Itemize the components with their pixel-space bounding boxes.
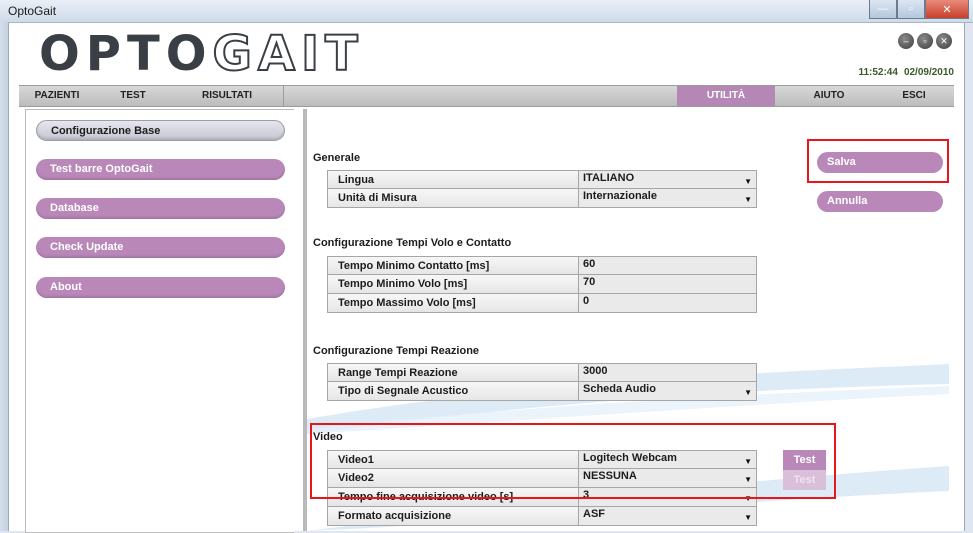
main-content: Configurazione Base Test barre OptoGait … [25,109,949,533]
min-contatto-input[interactable]: 60 [579,256,757,275]
segnale-select[interactable]: Scheda Audio ▼ [579,382,757,401]
sidebar-item-about[interactable]: About [36,277,285,298]
header-circle-buttons: – ▫ ✕ [898,33,952,49]
minimize-window-button[interactable]: — [869,0,897,19]
range-reazione-input[interactable]: 3000 [579,363,757,382]
row-segnale: Tipo di Segnale Acustico Scheda Audio ▼ [327,382,757,401]
minimize-circle-icon[interactable]: – [898,33,914,49]
maximize-window-button[interactable]: ▫ [897,0,925,19]
unita-value: Internazionale [583,190,657,202]
clock-date: 02/09/2010 [903,67,954,78]
row-min-volo: Tempo Minimo Volo [ms] 70 [327,275,757,294]
window-title: OptoGait [8,4,57,18]
settings-panel: Generale Lingua ITALIANO ▼ Unità di Misur… [307,109,949,531]
chevron-down-icon: ▼ [744,388,752,397]
lingua-value: ITALIANO [583,172,635,184]
row-lingua: Lingua ITALIANO ▼ [327,170,757,189]
row-unita: Unità di Misura Internazionale ▼ [327,189,757,208]
sidebar-item-configurazione-base[interactable]: Configurazione Base [36,120,285,141]
sidebar-item-test-barre[interactable]: Test barre OptoGait [36,159,285,180]
section-tempi-title: Configurazione Tempi Volo e Contatto [313,237,512,249]
video-highlight-box [310,423,836,499]
unita-select[interactable]: Internazionale ▼ [579,189,757,208]
sidebar-item-check-update[interactable]: Check Update [36,237,285,258]
annulla-button[interactable]: Annulla [817,191,943,212]
range-reazione-label: Range Tempi Reazione [327,363,579,382]
row-range-reazione: Range Tempi Reazione 3000 [327,363,757,382]
chevron-down-icon: ▼ [744,195,752,204]
app-frame: OPTOGAIT – ▫ ✕ 11:52:44 02/09/2010 PAZIEN… [8,23,965,533]
salva-highlight-box [807,139,949,183]
main-menu: PAZIENTI TEST RISULTATI UTILITÀ AIUTO ES… [19,85,954,107]
section-generale-title: Generale [313,152,361,164]
segnale-label: Tipo di Segnale Acustico [327,382,579,401]
min-contatto-label: Tempo Minimo Contatto [ms] [327,256,579,275]
logo-gait: GAIT [212,26,364,82]
section-reazione-title: Configurazione Tempi Reazione [313,345,480,357]
window-controls: — ▫ ✕ [869,0,969,19]
close-circle-icon[interactable]: ✕ [936,33,952,49]
window-titlebar: OptoGait — ▫ ✕ [0,0,973,23]
lingua-select[interactable]: ITALIANO ▼ [579,170,757,189]
max-volo-label: Tempo Massimo Volo [ms] [327,294,579,313]
formato-value: ASF [583,508,605,520]
menu-utilita[interactable]: UTILITÀ [677,86,775,106]
sidebar: Configurazione Base Test barre OptoGait … [25,109,294,533]
min-volo-label: Tempo Minimo Volo [ms] [327,275,579,294]
menu-esci[interactable]: ESCI [874,86,954,106]
formato-label: Formato acquisizione [327,507,579,526]
row-min-contatto: Tempo Minimo Contatto [ms] 60 [327,256,757,275]
chevron-down-icon: ▼ [744,177,752,186]
row-max-volo: Tempo Massimo Volo [ms] 0 [327,294,757,313]
sidebar-item-database[interactable]: Database [36,198,285,219]
min-volo-input[interactable]: 70 [579,275,757,294]
menu-test[interactable]: TEST [95,86,171,106]
close-window-button[interactable]: ✕ [925,0,969,19]
chevron-down-icon: ▼ [744,513,752,522]
row-formato: Formato acquisizione ASF ▼ [327,507,757,526]
lingua-label: Lingua [327,170,579,189]
logo-opto: OPTO [39,26,213,82]
app-header: OPTOGAIT – ▫ ✕ 11:52:44 02/09/2010 [9,23,964,85]
menu-aiuto[interactable]: AIUTO [789,86,869,106]
window-left-edge [0,22,8,531]
menu-pazienti[interactable]: PAZIENTI [19,86,95,106]
menu-risultati[interactable]: RISULTATI [171,86,284,106]
formato-select[interactable]: ASF ▼ [579,507,757,526]
max-volo-input[interactable]: 0 [579,294,757,313]
clock-time: 11:52:44 [858,67,898,78]
restore-circle-icon[interactable]: ▫ [917,33,933,49]
clock: 11:52:44 02/09/2010 [852,67,954,78]
optogait-logo: OPTOGAIT [39,26,364,82]
unita-label: Unità di Misura [327,189,579,208]
segnale-value: Scheda Audio [583,383,656,395]
